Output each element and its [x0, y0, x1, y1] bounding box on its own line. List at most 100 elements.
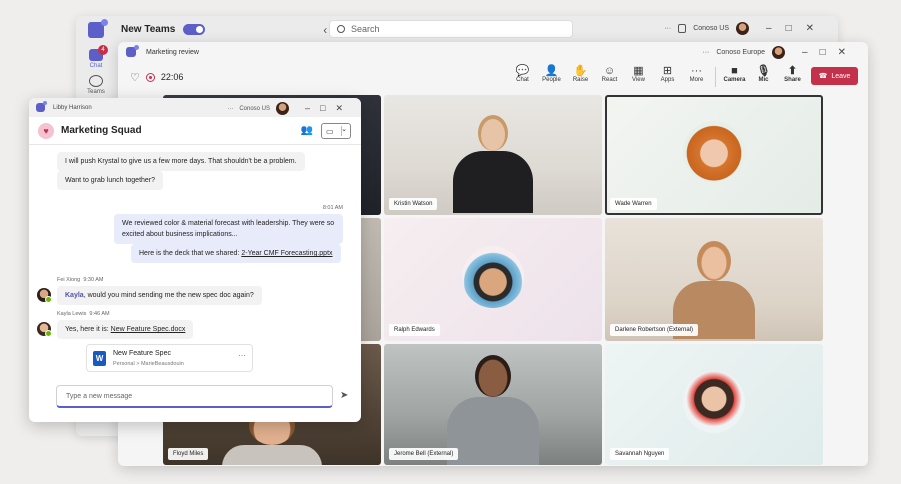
word-doc-icon: W: [93, 351, 106, 366]
heart-icon[interactable]: ♡: [130, 71, 140, 84]
meeting-timer: 22:06: [160, 72, 184, 82]
chat-title-right: ··· Conoso US –□✕: [227, 102, 353, 115]
message-bubble: Kayla, would you mind sending me the new…: [57, 286, 262, 305]
toolbar-view-button[interactable]: ▦ View: [624, 64, 653, 90]
participant-tile[interactable]: Jerome Bell (External): [384, 344, 602, 465]
toolbar-more-button[interactable]: ··· More: [682, 64, 711, 90]
message-text: , would you mind sending me the new spec…: [83, 292, 254, 299]
toolbar-label: View: [632, 77, 645, 83]
avatar[interactable]: [276, 102, 290, 115]
participant-video: [448, 115, 538, 215]
participant-tile[interactable]: Wade Warren: [605, 95, 823, 215]
message-bubble: I will push Krystal to give us a few mor…: [57, 152, 305, 171]
file-link[interactable]: 2-Year CMF Forecasting.pptx: [241, 250, 332, 257]
people-icon: 👤: [544, 65, 559, 77]
meeting-toolbar: ♡ 22:06 💬 Chat 👤 People ✋ Raise ☺ React ▦ View ⊞ Ap…: [118, 62, 868, 92]
video-call-button[interactable]: ▭ ⌄: [321, 123, 351, 139]
participant-video: [443, 355, 543, 465]
more-options-icon[interactable]: ···: [227, 106, 233, 112]
toolbar-share-button[interactable]: ⬆ Share: [778, 64, 807, 90]
toolbar-camera-button[interactable]: ■ Camera: [720, 64, 749, 90]
search-input[interactable]: Search: [329, 20, 573, 38]
more-icon: ···: [691, 64, 702, 77]
chevron-down-icon[interactable]: ⌄: [341, 125, 347, 133]
participant-name: Savannah Nguyen: [610, 448, 670, 460]
camera-icon: ■: [731, 64, 738, 77]
toolbar-label: Raise: [572, 77, 589, 83]
more-options-icon[interactable]: ···: [238, 351, 246, 360]
mention[interactable]: Kayla: [65, 292, 84, 299]
new-teams-label: New Teams: [121, 24, 176, 35]
message-text: Yes, here it is:: [65, 326, 111, 333]
toolbar-react-button[interactable]: ☺ React: [595, 64, 624, 90]
message-time: 9:30 AM: [83, 277, 104, 283]
message-time: 9:46 AM: [89, 311, 110, 317]
toolbar-mic-button[interactable]: 🎙 Mic: [749, 64, 778, 90]
meeting-tools: 💬 Chat 👤 People ✋ Raise ☺ React ▦ View ⊞ Apps ··· Mor…: [508, 64, 807, 90]
add-people-icon[interactable]: 👥: [301, 125, 313, 136]
window-controls[interactable]: –□✕: [802, 47, 858, 58]
window-controls[interactable]: –□✕: [766, 23, 828, 34]
participant-tile[interactable]: Savannah Nguyen: [605, 344, 823, 465]
sender-meta: Kayla Lewis 9:46 AM: [57, 311, 110, 317]
main-title-right: ··· Conoso US –□✕: [664, 22, 828, 35]
share-icon: ⬆: [787, 65, 798, 77]
phone-hangup-icon: ☎: [818, 73, 828, 80]
chat-icon: 💬: [515, 65, 530, 77]
participant-name: Kristin Watson: [389, 198, 438, 210]
view-icon: ▦: [633, 65, 644, 77]
apps-icon: ⊞: [662, 65, 673, 77]
recording-icon: [145, 72, 155, 82]
teams-icon: [89, 75, 103, 87]
toolbar-apps-button[interactable]: ⊞ Apps: [653, 64, 682, 90]
participant-avatar: [683, 370, 745, 433]
chat-window-title: Libby Harrison: [53, 104, 92, 111]
search-icon: [337, 25, 345, 33]
send-icon[interactable]: ➤: [340, 390, 348, 401]
more-options-icon[interactable]: ···: [664, 25, 671, 32]
rail-item-chat[interactable]: 4 Chat: [76, 43, 116, 69]
raise-hand-icon: ✋: [573, 65, 588, 77]
participant-tile[interactable]: Kristin Watson: [384, 95, 602, 215]
more-options-icon[interactable]: ···: [702, 49, 709, 56]
window-controls[interactable]: –□✕: [305, 103, 353, 114]
toolbar-chat-button[interactable]: 💬 Chat: [508, 64, 537, 90]
participant-tile[interactable]: Ralph Edwards: [384, 218, 602, 341]
teams-logo-icon: [88, 18, 108, 38]
toolbar-people-button[interactable]: 👤 People: [537, 64, 566, 90]
message-bubble: Yes, here it is: New Feature Spec.docx: [57, 320, 194, 339]
message-compose-input[interactable]: Type a new message: [56, 385, 333, 408]
sender-meta: Fei Xiong 9:30 AM: [57, 277, 104, 283]
new-teams-toggle[interactable]: [183, 24, 206, 35]
compose-placeholder: Type a new message: [66, 392, 133, 400]
search-placeholder: Search: [351, 24, 380, 34]
react-icon: ☺: [603, 64, 616, 77]
participant-name: Wade Warren: [610, 198, 657, 210]
avatar[interactable]: [736, 22, 750, 35]
org-name: Conoso US: [239, 105, 271, 112]
leave-label: Leave: [831, 72, 851, 80]
file-link[interactable]: New Feature Spec.docx: [111, 326, 186, 333]
participant-avatar: [683, 121, 745, 183]
leave-button[interactable]: ☎ Leave: [811, 67, 858, 85]
teams-logo-icon: [126, 45, 139, 57]
avatar[interactable]: [37, 322, 52, 337]
avatar[interactable]: [37, 288, 52, 303]
participant-name: Floyd Miles: [168, 448, 209, 460]
sender-name: Fei Xiong: [57, 277, 81, 283]
toolbar-label: People: [542, 77, 561, 83]
toolbar-raise-button[interactable]: ✋ Raise: [566, 64, 595, 90]
message-bubble: Here is the deck that we shared: 2-Year …: [131, 244, 341, 263]
meeting-title-right: ··· Conoso Europe –□✕: [702, 46, 858, 59]
toolbar-label: Chat: [516, 77, 529, 83]
toolbar-label: Mic: [758, 77, 769, 83]
toolbar-label: Apps: [660, 77, 675, 83]
mic-icon: 🎙: [756, 65, 771, 77]
participant-tile[interactable]: Darlene Robertson (External): [605, 218, 823, 341]
message-bubble: We reviewed color & material forecast wi…: [114, 214, 343, 244]
avatar[interactable]: [772, 46, 786, 59]
file-card[interactable]: W New Feature Spec Personal > MarieBeaus…: [86, 344, 253, 372]
camera-icon: ▭: [326, 126, 334, 136]
rail-item-teams[interactable]: Teams: [76, 69, 116, 95]
file-name: New Feature Spec: [113, 350, 171, 357]
